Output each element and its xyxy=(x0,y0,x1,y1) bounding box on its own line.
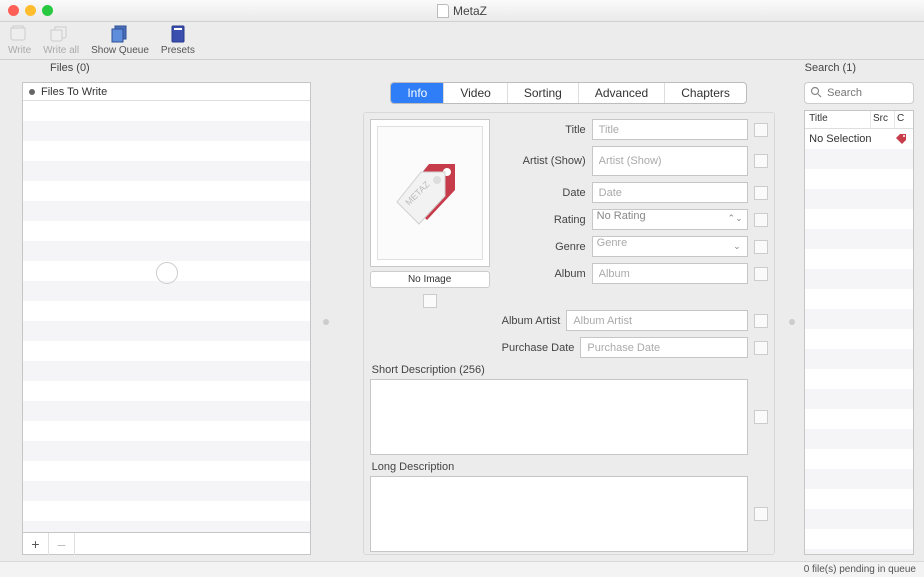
title-label: Title xyxy=(496,124,586,136)
genre-checkbox[interactable] xyxy=(754,240,768,254)
rating-value: No Rating xyxy=(597,210,646,222)
rating-select[interactable]: No Rating ⌃⌄ xyxy=(592,209,748,230)
window-title: MetaZ xyxy=(0,4,924,18)
metadata-panel: Info Video Sorting Advanced Chapters xyxy=(333,76,785,561)
album-checkbox[interactable] xyxy=(754,267,768,281)
toolbar: Write Write all Show Queue Presets xyxy=(0,22,924,60)
artist-input[interactable] xyxy=(592,146,748,176)
title-input[interactable] xyxy=(592,119,748,140)
splitter-left[interactable] xyxy=(323,319,329,325)
rating-checkbox[interactable] xyxy=(754,213,768,227)
artwork-well[interactable]: METAZ xyxy=(370,119,490,267)
col-title[interactable]: Title xyxy=(805,111,871,128)
col-c[interactable]: C xyxy=(895,111,913,128)
presets-label: Presets xyxy=(161,45,195,56)
titlebar: MetaZ xyxy=(0,0,924,22)
long-desc-label: Long Description xyxy=(372,461,768,473)
files-header: Files (0) xyxy=(50,62,90,74)
status-text: 0 file(s) pending in queue xyxy=(804,564,916,575)
main-content: Files To Write + – Info Video Sorting Ad… xyxy=(0,76,924,561)
search-result-row[interactable]: No Selection xyxy=(805,129,913,149)
artist-label: Artist (Show) xyxy=(496,156,586,167)
document-icon xyxy=(437,4,449,18)
stepper-icon: ⌃⌄ xyxy=(728,213,743,224)
search-results-body[interactable]: No Selection xyxy=(805,129,913,554)
genre-value: Genre xyxy=(597,237,628,249)
album-artist-label: Album Artist xyxy=(502,315,561,327)
title-checkbox[interactable] xyxy=(754,123,768,137)
remove-file-button[interactable]: – xyxy=(49,533,75,555)
tab-info[interactable]: Info xyxy=(391,83,444,103)
show-queue-button[interactable]: Show Queue xyxy=(91,24,149,56)
bullet-icon xyxy=(29,89,35,95)
date-input[interactable] xyxy=(592,182,748,203)
tabs: Info Video Sorting Advanced Chapters xyxy=(363,82,775,104)
files-column-label: Files To Write xyxy=(41,86,107,98)
write-label: Write xyxy=(8,45,31,56)
artwork-placeholder: METAZ xyxy=(377,126,483,260)
presets-icon xyxy=(167,24,189,44)
search-panel: Title Src C No Selection xyxy=(798,76,924,561)
files-footer: + – xyxy=(22,533,311,555)
show-queue-label: Show Queue xyxy=(91,45,149,56)
tab-sorting[interactable]: Sorting xyxy=(508,83,579,103)
date-checkbox[interactable] xyxy=(754,186,768,200)
short-desc-checkbox[interactable] xyxy=(754,410,768,424)
splitter-right[interactable] xyxy=(789,319,795,325)
status-bar: 0 file(s) pending in queue xyxy=(0,561,924,577)
purchase-date-label: Purchase Date xyxy=(502,342,575,354)
search-icon xyxy=(810,86,822,98)
album-artist-input[interactable] xyxy=(566,310,747,331)
short-desc-label: Short Description (256) xyxy=(372,364,768,376)
genre-select[interactable]: Genre ⌄ xyxy=(592,236,748,257)
tab-advanced[interactable]: Advanced xyxy=(579,83,665,103)
files-list-body[interactable] xyxy=(23,101,310,532)
info-form: METAZ No Image Title Artist (Show) xyxy=(363,112,775,555)
genre-label: Genre xyxy=(496,241,586,253)
result-src-icon xyxy=(889,133,913,145)
write-button[interactable]: Write xyxy=(8,24,31,56)
rating-label: Rating xyxy=(496,214,586,226)
chevron-down-icon: ⌄ xyxy=(733,241,741,252)
write-icon xyxy=(9,24,31,44)
tab-video[interactable]: Video xyxy=(444,83,507,103)
album-input[interactable] xyxy=(592,263,748,284)
album-label: Album xyxy=(496,268,586,280)
long-desc-input[interactable] xyxy=(370,476,748,552)
spinner-icon xyxy=(156,262,178,284)
tab-chapters[interactable]: Chapters xyxy=(665,83,746,103)
files-list[interactable]: Files To Write xyxy=(22,82,311,533)
purchase-date-checkbox[interactable] xyxy=(754,341,768,355)
result-title: No Selection xyxy=(805,133,889,145)
search-header: Search (1) xyxy=(805,62,856,74)
write-all-icon xyxy=(50,24,72,44)
presets-button[interactable]: Presets xyxy=(161,24,195,56)
write-all-button[interactable]: Write all xyxy=(43,24,79,56)
short-desc-input[interactable] xyxy=(370,379,748,455)
add-file-button[interactable]: + xyxy=(23,533,49,555)
date-label: Date xyxy=(496,187,586,199)
col-src[interactable]: Src xyxy=(871,111,895,128)
no-image-button[interactable]: No Image xyxy=(370,271,490,288)
album-artist-checkbox[interactable] xyxy=(754,314,768,328)
window-title-text: MetaZ xyxy=(453,4,487,18)
queue-icon xyxy=(109,24,131,44)
search-results-table: Title Src C No Selection xyxy=(804,110,914,555)
artist-checkbox[interactable] xyxy=(754,154,768,168)
write-all-label: Write all xyxy=(43,45,79,56)
long-desc-checkbox[interactable] xyxy=(754,507,768,521)
tag-icon: METAZ xyxy=(395,158,465,228)
section-labels: Files (0) Search (1) xyxy=(0,60,924,76)
artwork-checkbox[interactable] xyxy=(423,294,437,308)
purchase-date-input[interactable] xyxy=(580,337,747,358)
files-panel: Files To Write + – xyxy=(0,76,319,561)
files-column-header[interactable]: Files To Write xyxy=(23,83,310,101)
